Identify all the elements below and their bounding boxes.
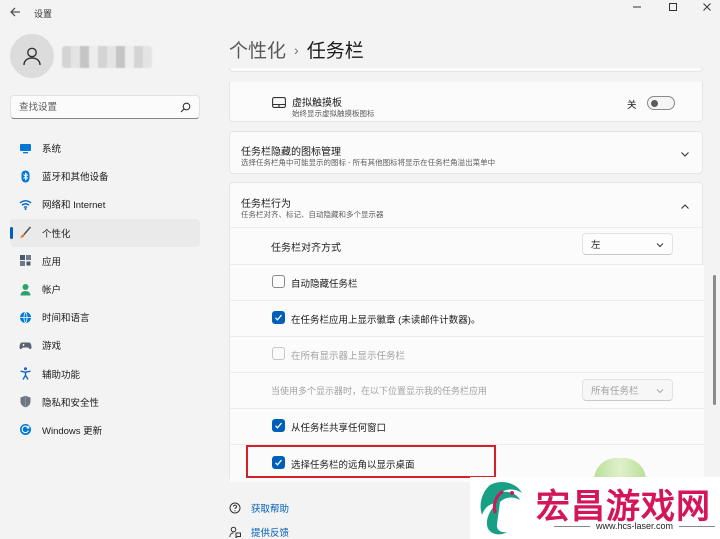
dragon-logo-icon (472, 479, 532, 537)
multi-display-row: 当使用多个显示器时，在以下位置显示我的任务栏应用 所有任务栏 (230, 372, 704, 408)
windows-update-icon (18, 423, 32, 437)
sidebar-item-label: 隐私和安全性 (42, 397, 100, 409)
chevron-down-icon (656, 241, 664, 249)
search-box[interactable] (10, 95, 200, 119)
autohide-row: 自动隐藏任务栏 (230, 264, 704, 300)
breadcrumb-parent[interactable]: 个性化 (229, 41, 286, 62)
feedback-icon (229, 526, 241, 539)
sidebar-item-privacy[interactable]: 隐私和安全性 (10, 388, 200, 416)
sidebar-item-time-language[interactable]: 时间和语言 (10, 303, 200, 331)
sidebar-item-label: 个性化 (42, 228, 71, 240)
sidebar-item-label: Windows 更新 (42, 425, 103, 437)
scrollbar-thumb[interactable] (713, 275, 716, 405)
blurred-user-name (62, 46, 152, 68)
app-title: 设置 (34, 9, 53, 19)
watermark-url: www.hcs-laser.com (548, 521, 720, 531)
get-help-link[interactable]: 获取帮助 (229, 500, 289, 516)
behaviors-subtitle: 任务栏对齐、标记、自动隐藏和多个显示器 (241, 210, 384, 219)
close-button[interactable] (690, 0, 720, 14)
sidebar-item-label: 网络和 Internet (42, 200, 106, 212)
wifi-icon (18, 197, 32, 211)
badges-row: 在任务栏应用上显示徽章 (未读邮件计数器)。 (230, 300, 704, 336)
minimize-button[interactable] (620, 0, 654, 14)
overflow-icons-card[interactable]: 任务栏隐藏的图标管理 选择任务栏角中可能显示的图标 - 所有其他图标将显示在任务… (229, 131, 703, 174)
share-window-label: 从任务栏共享任何窗口 (291, 423, 387, 434)
badges-label: 在任务栏应用上显示徽章 (未读邮件计数器)。 (291, 315, 481, 326)
chevron-down-icon (656, 387, 664, 395)
alignment-value: 左 (591, 240, 601, 251)
multi-display-value: 所有任务栏 (591, 386, 639, 397)
checkmark-icon (275, 422, 282, 429)
chevron-right-icon: › (294, 42, 299, 58)
sidebar-item-label: 时间和语言 (42, 313, 90, 325)
autohide-label: 自动隐藏任务栏 (291, 279, 358, 290)
gamepad-icon (18, 338, 32, 352)
sidebar-item-windows-update[interactable]: Windows 更新 (10, 416, 200, 444)
all-displays-checkbox[interactable] (272, 347, 285, 360)
accessibility-icon (18, 367, 32, 381)
touchpad-toggle[interactable] (647, 96, 675, 110)
share-window-checkbox[interactable] (272, 419, 285, 432)
alignment-label: 任务栏对齐方式 (271, 243, 341, 254)
maximize-button[interactable] (656, 0, 690, 14)
share-window-row: 从任务栏共享任何窗口 (230, 408, 704, 444)
all-displays-label: 在所有显示器上显示任务栏 (291, 351, 406, 362)
multi-display-label: 当使用多个显示器时，在以下位置显示我的任务栏应用 (271, 386, 488, 396)
touchpad-toggle-state: 关 (627, 100, 637, 111)
autohide-checkbox[interactable] (272, 275, 285, 288)
all-displays-row: 在所有显示器上显示任务栏 (230, 336, 704, 372)
sidebar-item-apps[interactable]: 应用 (10, 247, 200, 275)
behaviors-header[interactable]: 任务栏行为 任务栏对齐、标记、自动隐藏和多个显示器 (229, 182, 703, 228)
partial-settings-row (229, 68, 703, 72)
sidebar-item-label: 蓝牙和其他设备 (42, 172, 109, 184)
feedback-link[interactable]: 提供反馈 (229, 524, 289, 539)
avatar (10, 34, 54, 78)
person-icon (23, 47, 41, 66)
system-icon (18, 141, 32, 155)
globe-clock-icon (18, 310, 32, 324)
touchpad-subtitle: 始终显示虚拟触摸板图标 (292, 109, 375, 118)
alignment-dropdown[interactable]: 左 (582, 233, 673, 255)
sidebar-item-label: 系统 (42, 144, 62, 156)
touchpad-icon (272, 97, 286, 108)
checkmark-icon (275, 314, 282, 321)
sidebar-item-label: 应用 (42, 256, 62, 268)
sidebar-item-label: 辅助功能 (42, 369, 81, 381)
account-icon (18, 282, 32, 296)
sidebar-item-network[interactable]: 网络和 Internet (10, 190, 200, 218)
sidebar-item-label: 帐户 (42, 285, 62, 297)
sidebar-item-personalization[interactable]: 个性化 (10, 218, 200, 247)
sidebar: 系统 蓝牙和其他设备 网络和 Internet 个性化 应用 帐户 时间和语言 (0, 24, 215, 539)
apps-icon (18, 254, 32, 268)
back-arrow-icon[interactable] (8, 5, 22, 19)
chevron-up-icon[interactable] (680, 202, 690, 212)
overflow-subtitle: 选择任务栏角中可能显示的图标 - 所有其他图标将显示在任务栏角溢出菜单中 (241, 158, 496, 167)
chevron-down-icon[interactable] (680, 149, 690, 159)
page-title: 任务栏 (306, 41, 364, 62)
help-icon (229, 502, 241, 514)
search-input[interactable] (19, 100, 179, 114)
highlight-box (246, 445, 496, 478)
sidebar-nav: 系统 蓝牙和其他设备 网络和 Internet 个性化 应用 帐户 时间和语言 (10, 134, 200, 444)
sidebar-item-accessibility[interactable]: 辅助功能 (10, 360, 200, 388)
overflow-title: 任务栏隐藏的图标管理 (241, 147, 341, 158)
sidebar-item-gaming[interactable]: 游戏 (10, 331, 200, 359)
sidebar-item-system[interactable]: 系统 (10, 134, 200, 162)
brush-icon (18, 226, 32, 240)
bluetooth-icon (18, 169, 32, 183)
behaviors-body: 任务栏对齐方式 左 自动隐藏任务栏 在任务栏应用上显示徽章 (未读邮件计数器)。… (229, 227, 704, 482)
behaviors-title: 任务栏行为 (241, 199, 291, 210)
badges-checkbox[interactable] (272, 311, 285, 324)
sidebar-item-bluetooth[interactable]: 蓝牙和其他设备 (10, 162, 200, 190)
shield-icon (18, 395, 32, 409)
sidebar-item-accounts[interactable]: 帐户 (10, 275, 200, 303)
multi-display-dropdown[interactable]: 所有任务栏 (582, 379, 673, 401)
search-icon[interactable] (180, 102, 191, 113)
sidebar-item-label: 游戏 (42, 341, 62, 353)
touchpad-row: 虚拟触摸板 始终显示虚拟触摸板图标 关 (229, 82, 703, 122)
title-bar: 设置 (0, 0, 720, 24)
breadcrumb: 个性化 › 任务栏 (229, 36, 364, 63)
user-profile[interactable] (10, 34, 210, 82)
touchpad-title: 虚拟触摸板 (292, 98, 342, 109)
